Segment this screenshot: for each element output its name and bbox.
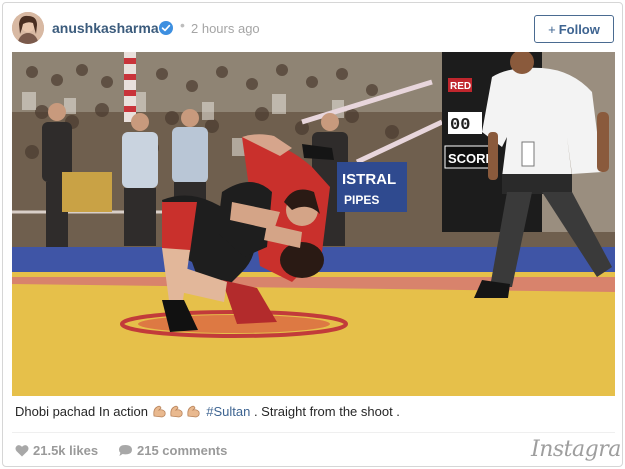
likes-label: 21.5k likes	[33, 443, 99, 458]
follow-label: Follow	[558, 21, 600, 37]
likes-count[interactable]: 21.5k likes	[15, 443, 98, 458]
post-footer: 21.5k likes 215 comments Instagram	[3, 433, 622, 466]
scoreboard-digits: 00	[450, 116, 470, 135]
comments-count[interactable]: 215 comments	[118, 443, 227, 458]
plus-icon: +	[548, 21, 556, 37]
scoreboard-score-label: SCORE	[448, 151, 495, 166]
banner-text-2: PIPES	[344, 193, 379, 207]
instagram-embed-card: anushkasharma • 2 hours ago + Follow IST…	[2, 2, 623, 467]
caption-rest: . Straight from the shoot .	[253, 404, 400, 419]
separator-dot: •	[180, 17, 185, 33]
post-timestamp[interactable]: 2 hours ago	[191, 21, 260, 36]
username-link[interactable]: anushkasharma	[52, 20, 159, 36]
caption-text: Dhobi pachad In action	[15, 404, 148, 419]
post-caption: Dhobi pachad In action #Sultan . Straigh…	[15, 404, 400, 419]
post-header: anushkasharma • 2 hours ago + Follow	[3, 3, 622, 51]
comment-bubble-icon	[118, 444, 133, 457]
flexed-biceps-icon	[152, 404, 167, 418]
verified-check-icon	[159, 21, 173, 35]
post-photo[interactable]: ISTRAL PIPES RED 00 SCORE	[12, 52, 615, 396]
scoreboard-red-label: RED	[450, 81, 471, 92]
flexed-biceps-icon	[169, 404, 184, 418]
banner-text-1: ISTRAL	[342, 171, 396, 188]
instagram-logo[interactable]: Instagram	[531, 437, 622, 462]
hashtag-link[interactable]: #Sultan	[206, 404, 250, 419]
follow-button[interactable]: + Follow	[534, 15, 614, 43]
heart-icon	[15, 444, 29, 457]
flexed-biceps-icon	[186, 404, 201, 418]
comments-label: 215 comments	[137, 443, 228, 458]
avatar[interactable]	[12, 12, 44, 44]
